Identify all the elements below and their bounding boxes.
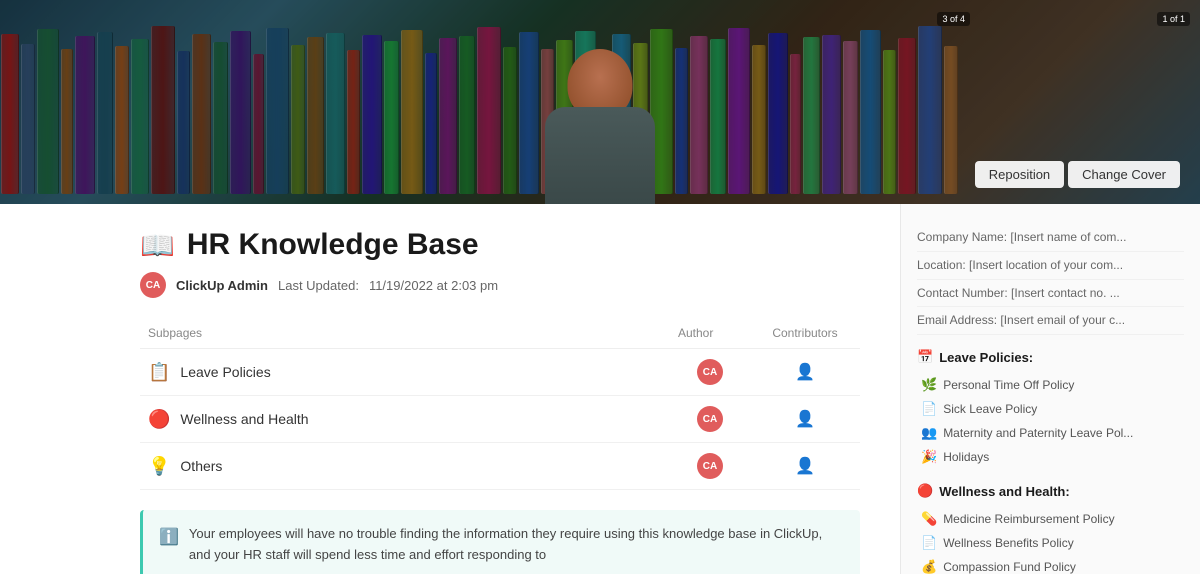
leave-policy-item[interactable]: 👥 Maternity and Paternity Leave Pol... (917, 421, 1184, 445)
leave-policy-item[interactable]: 🎉 Holidays (917, 445, 1184, 469)
leave-policy-item[interactable]: 🌿 Personal Time Off Policy (917, 373, 1184, 397)
subpage-author-avatar: CA (697, 359, 723, 385)
reposition-button[interactable]: Reposition (975, 161, 1064, 188)
wellness-item[interactable]: 💊 Medicine Reimbursement Policy (917, 507, 1184, 531)
leave-policy-icon: 👥 (921, 425, 937, 441)
last-updated-label: Last Updated: (278, 278, 359, 293)
page-badge-left: 3 of 4 (937, 12, 970, 26)
contributor-icon: 👤 (795, 364, 815, 381)
location-field: Location: [Insert location of your com..… (917, 252, 1184, 280)
contact-field: Contact Number: [Insert contact no. ... (917, 280, 1184, 308)
leave-policy-label: Sick Leave Policy (943, 402, 1037, 416)
table-row[interactable]: 🔴 Wellness and Health CA 👤 (140, 396, 860, 443)
leave-policy-icon: 🎉 (921, 449, 937, 465)
change-cover-button[interactable]: Change Cover (1068, 161, 1180, 188)
right-sidebar: Company Name: [Insert name of com... Loc… (900, 204, 1200, 574)
wellness-label: Wellness Benefits Policy (943, 536, 1074, 550)
wellness-section-title: 🔴 Wellness and Health: (917, 483, 1184, 499)
author-avatar: CA (140, 272, 166, 298)
leave-policies-title: 📅 Leave Policies: (917, 349, 1184, 365)
contributor-icon: 👤 (795, 458, 815, 475)
leave-policy-icon: 🌿 (921, 377, 937, 393)
leave-policy-label: Personal Time Off Policy (943, 378, 1074, 392)
subpage-name: Others (180, 458, 222, 474)
subpage-icon: 🔴 (148, 409, 170, 430)
leave-policies-icon: 📅 (917, 349, 933, 365)
company-name-field: Company Name: [Insert name of com... (917, 224, 1184, 252)
cover-buttons-area: Reposition Change Cover (975, 161, 1180, 188)
wellness-item[interactable]: 💰 Compassion Fund Policy (917, 555, 1184, 574)
subpage-author-avatar: CA (697, 453, 723, 479)
page-icon: 📖 (140, 229, 175, 262)
wellness-label: Medicine Reimbursement Policy (943, 512, 1114, 526)
subpage-author-avatar: CA (697, 406, 723, 432)
page-title: HR Knowledge Base (187, 228, 479, 262)
wellness-icon: 🔴 (917, 483, 933, 499)
info-text: Your employees will have no trouble find… (189, 524, 844, 566)
main-area: 📖 HR Knowledge Base CA ClickUp Admin Las… (0, 204, 1200, 574)
col-contributors: Contributors (750, 322, 860, 349)
wellness-icon: 💊 (921, 511, 937, 527)
wellness-item[interactable]: 📄 Wellness Benefits Policy (917, 531, 1184, 555)
info-box: ℹ️ Your employees will have no trouble f… (140, 510, 860, 574)
wellness-label: Compassion Fund Policy (943, 560, 1076, 574)
wellness-icon: 📄 (921, 535, 937, 551)
author-name: ClickUp Admin (176, 278, 268, 293)
info-icon: ℹ️ (159, 525, 179, 551)
meta-row: CA ClickUp Admin Last Updated: 11/19/202… (140, 272, 860, 298)
cover-image: Reposition Change Cover 3 of 4 1 of 1 (0, 0, 1200, 204)
table-row[interactable]: 💡 Others CA 👤 (140, 443, 860, 490)
subpage-name: Leave Policies (180, 364, 270, 380)
last-updated-value: 11/19/2022 at 2:03 pm (369, 278, 498, 293)
table-row[interactable]: 📋 Leave Policies CA 👤 (140, 349, 860, 396)
col-author: Author (670, 322, 750, 349)
email-field: Email Address: [Insert email of your c..… (917, 307, 1184, 335)
leave-policy-item[interactable]: 📄 Sick Leave Policy (917, 397, 1184, 421)
leave-policy-icon: 📄 (921, 401, 937, 417)
leave-policy-label: Holidays (943, 450, 989, 464)
subpage-icon: 📋 (148, 362, 170, 383)
subpage-name: Wellness and Health (180, 411, 308, 427)
contributor-icon: 👤 (795, 411, 815, 428)
page-header: 📖 HR Knowledge Base (140, 228, 860, 262)
leave-policy-label: Maternity and Paternity Leave Pol... (943, 426, 1133, 440)
page-badge-right: 1 of 1 (1157, 12, 1190, 26)
subpage-icon: 💡 (148, 456, 170, 477)
content-area: 📖 HR Knowledge Base CA ClickUp Admin Las… (0, 204, 900, 574)
subpages-table: Subpages Author Contributors 📋 Leave Pol… (140, 322, 860, 490)
leave-policies-section: 📅 Leave Policies: 🌿 Personal Time Off Pol… (917, 349, 1184, 469)
col-subpages: Subpages (140, 322, 670, 349)
wellness-icon: 💰 (921, 559, 937, 574)
